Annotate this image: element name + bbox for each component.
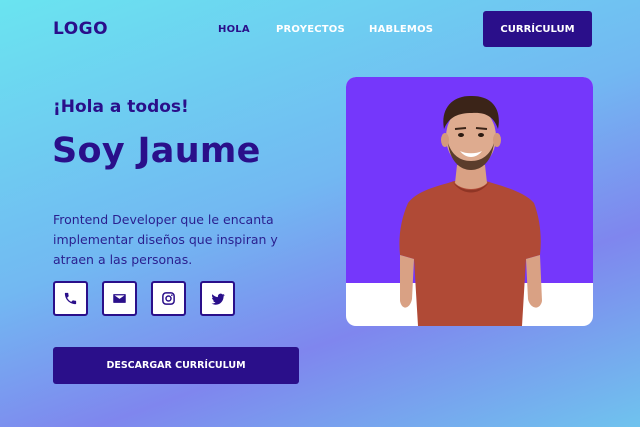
phone-icon: [64, 292, 77, 305]
instagram-icon: [162, 292, 175, 305]
curriculum-button[interactable]: CURRÍCULUM: [483, 11, 592, 47]
mail-icon: [113, 294, 126, 303]
top-navigation: LOGO HOLA PROYECTOS HABLEMOS CURRÍCULUM: [0, 0, 640, 60]
instagram-button[interactable]: [151, 281, 186, 316]
nav-link-hola[interactable]: HOLA: [218, 24, 250, 35]
twitter-icon: [211, 293, 225, 305]
download-cv-button[interactable]: DESCARGAR CURRÍCULUM: [53, 347, 299, 384]
hero-description: Frontend Developer que le encanta implem…: [53, 212, 278, 267]
profile-photo-card: [346, 77, 593, 326]
hero-title: Soy Jaume: [52, 131, 261, 171]
nav-link-proyectos[interactable]: PROYECTOS: [276, 24, 345, 35]
profile-photo: [399, 95, 542, 326]
phone-button[interactable]: [53, 281, 88, 316]
logo[interactable]: LOGO: [53, 19, 108, 39]
nav-link-hablemos[interactable]: HABLEMOS: [369, 24, 433, 35]
greeting: ¡Hola a todos!: [53, 97, 189, 117]
social-links: [53, 281, 235, 316]
mail-button[interactable]: [102, 281, 137, 316]
twitter-button[interactable]: [200, 281, 235, 316]
